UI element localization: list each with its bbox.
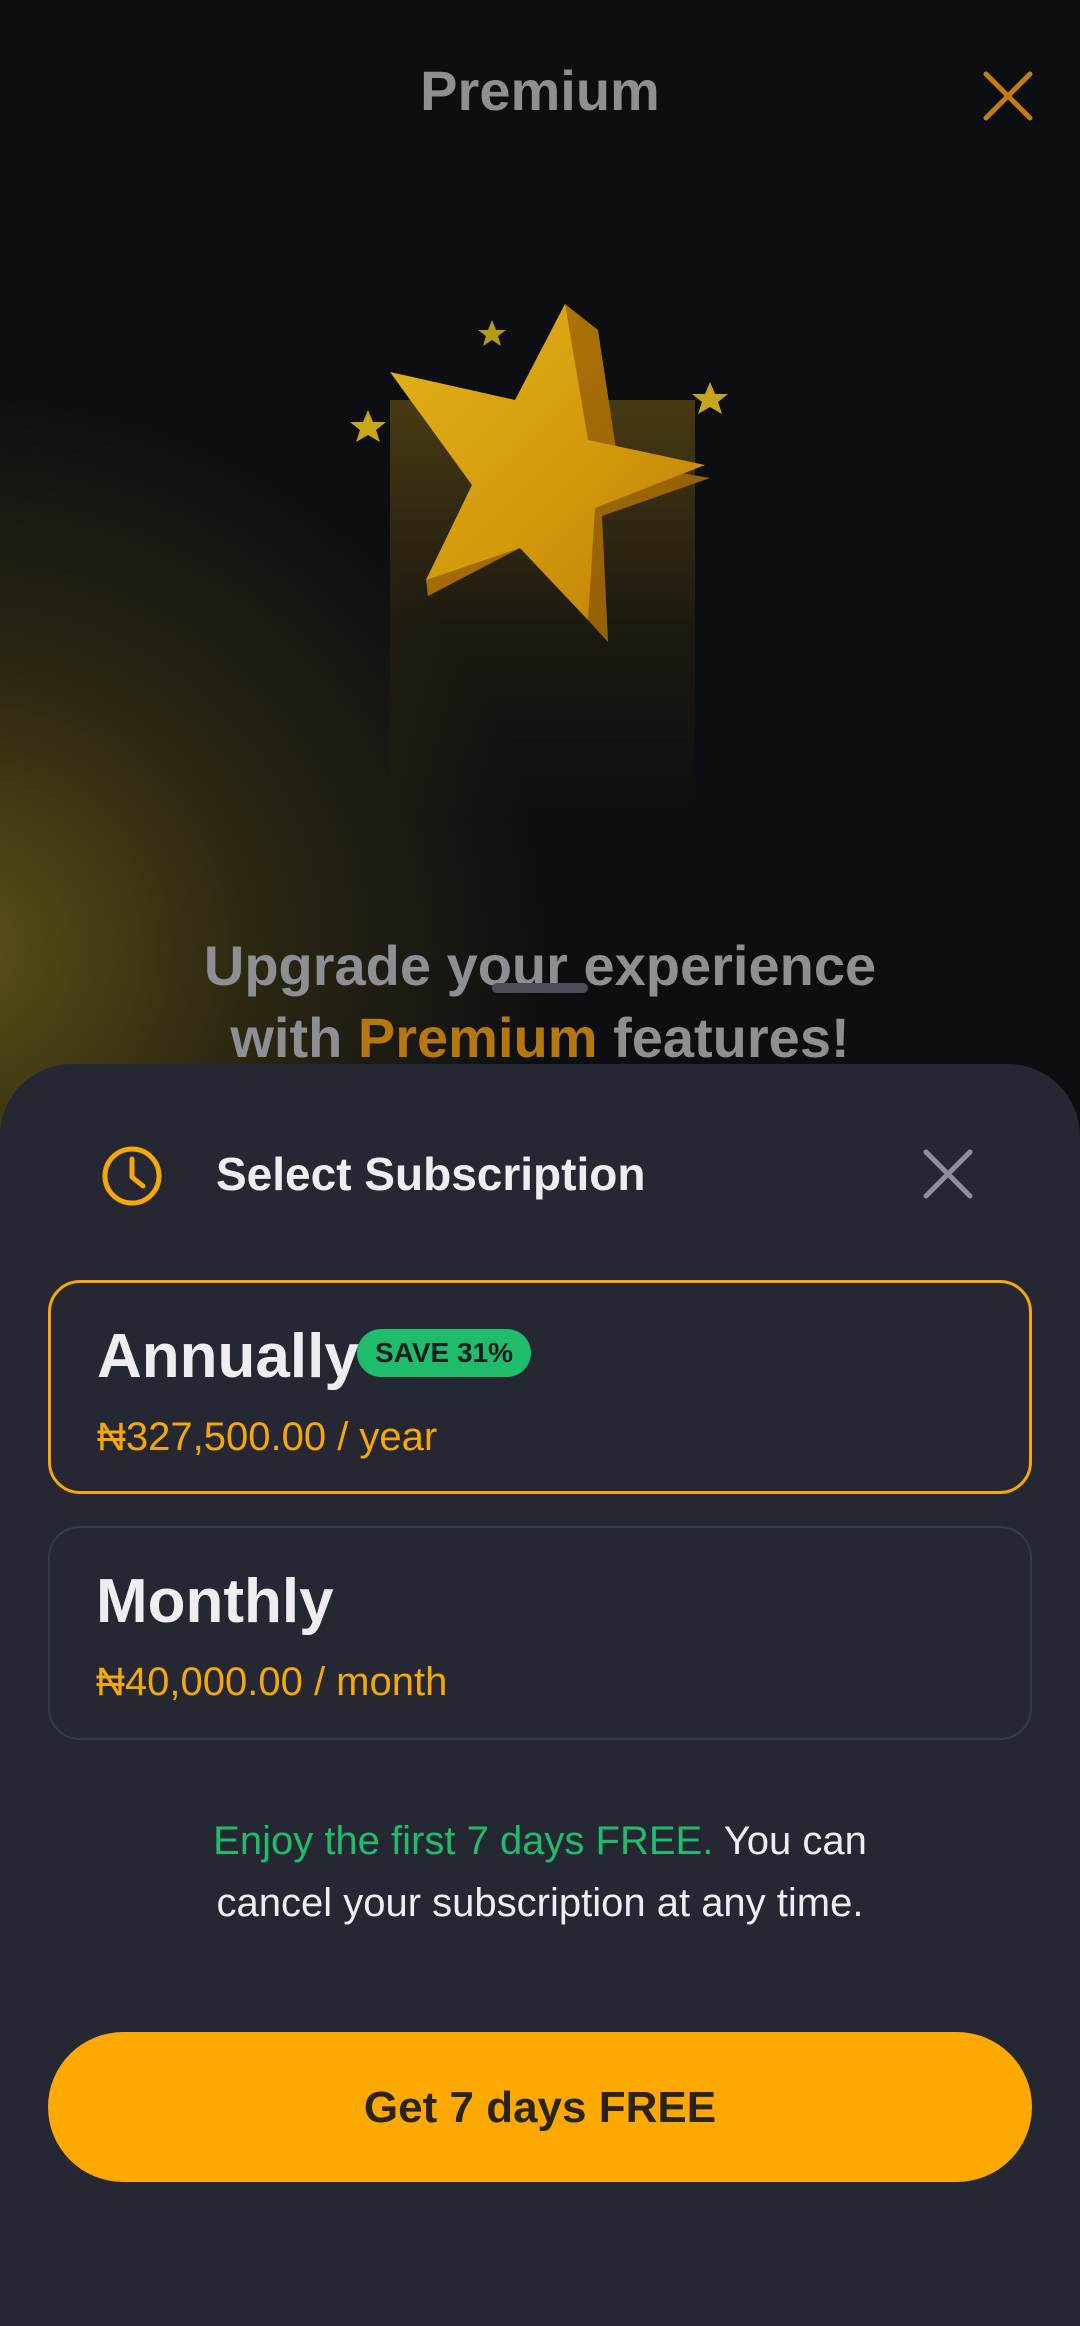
upgrade-line-2-suffix: features! <box>597 1006 850 1069</box>
save-badge: SAVE 31% <box>357 1329 531 1377</box>
plan-option-annual[interactable]: Annually SAVE 31% ₦327,500.00 / year <box>48 1280 1032 1494</box>
premium-accent: Premium <box>357 1006 598 1069</box>
plan-name: Monthly <box>96 1567 334 1636</box>
plan-name: Annually <box>97 1322 359 1391</box>
sheet-drag-handle[interactable] <box>492 983 588 993</box>
trial-note-rest-1: You can <box>713 1819 867 1863</box>
close-icon[interactable] <box>978 66 1038 126</box>
sheet-title: Select Subscription <box>216 1148 646 1200</box>
trial-note: Enjoy the first 7 days FREE. You can can… <box>0 1810 1080 1934</box>
upgrade-line-2-prefix: with <box>230 1006 358 1069</box>
trial-note-line-2: cancel your subscription at any time. <box>216 1881 864 1925</box>
plan-option-monthly[interactable]: Monthly ₦40,000.00 / month <box>48 1526 1032 1740</box>
page-title: Premium <box>420 59 660 122</box>
start-trial-button[interactable]: Get 7 days FREE <box>48 2032 1032 2182</box>
upgrade-headline: Upgrade your experience with Premium fea… <box>0 930 1080 1074</box>
clock-icon <box>102 1146 162 1206</box>
trial-highlight: Enjoy the first 7 days FREE. <box>213 1819 714 1863</box>
premium-screen: Premium Upgrade your experience with Pre… <box>0 0 1080 2326</box>
trial-note-line-1: Enjoy the first 7 days FREE. You can <box>0 1810 1080 1872</box>
star-icon <box>350 304 728 642</box>
close-icon[interactable] <box>920 1146 976 1202</box>
plan-price: ₦327,500.00 / year <box>97 1415 438 1459</box>
plan-price: ₦40,000.00 / month <box>96 1660 448 1704</box>
